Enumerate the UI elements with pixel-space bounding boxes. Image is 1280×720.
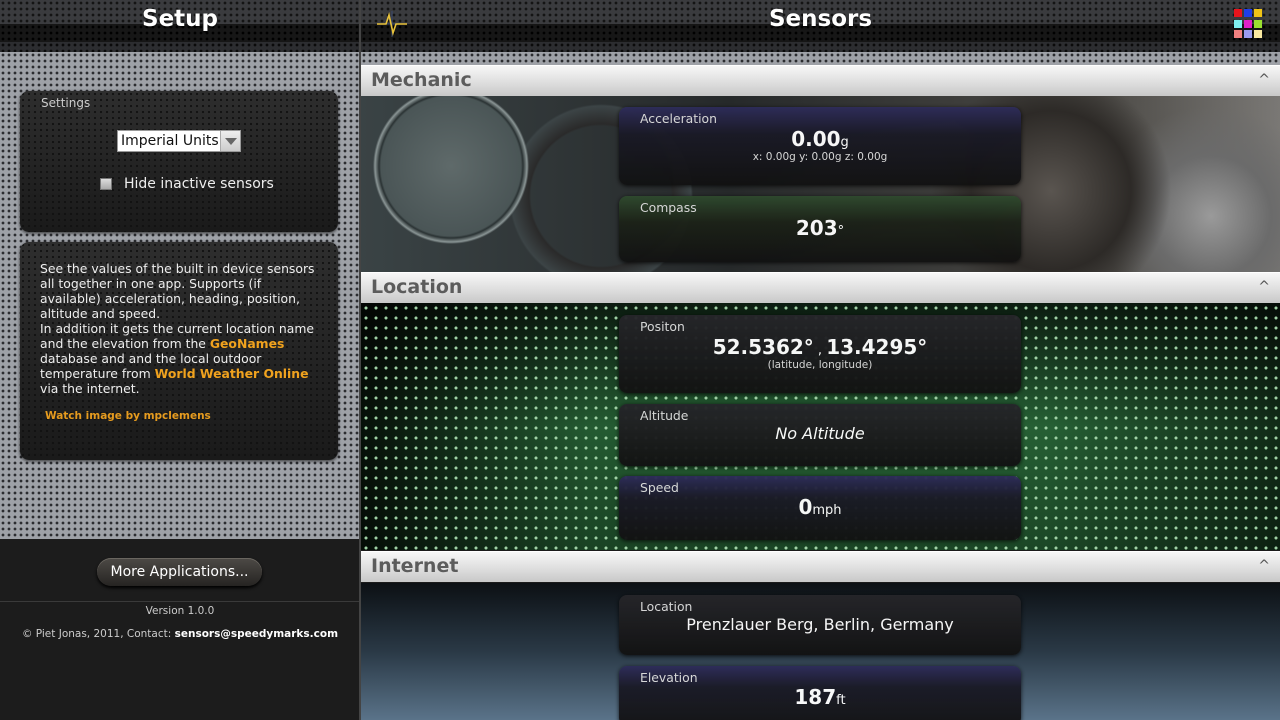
card-label: Location — [640, 599, 693, 614]
footer-divider — [0, 601, 360, 602]
speed-card: Speed 0mph — [619, 476, 1021, 540]
compass-value: 203° — [619, 216, 1021, 240]
elevation-value: 187ft — [619, 685, 1021, 709]
acceleration-value: 0.00g — [619, 127, 1021, 151]
about-text-2: In addition it gets the current location… — [40, 321, 318, 396]
card-label: Acceleration — [640, 111, 717, 126]
checkbox-icon[interactable] — [100, 178, 112, 190]
sensors-pane: Sensors Mechanic ^ Location ^ Internet ^… — [361, 0, 1280, 720]
acceleration-number: 0.00 — [791, 127, 841, 151]
apps-grid-cell — [1254, 19, 1262, 28]
apps-grid-cell — [1244, 9, 1252, 17]
collapse-icon[interactable]: ^ — [1258, 279, 1270, 295]
copyright-text: © Piet Jonas, 2011, Contact: sensors@spe… — [0, 628, 360, 640]
collapse-icon[interactable]: ^ — [1258, 72, 1270, 88]
setup-pane: Setup Settings Imperial Units Hide inact… — [0, 0, 360, 720]
apps-grid-cell — [1244, 30, 1252, 39]
about-text-1: See the values of the built in device se… — [40, 261, 315, 321]
position-separator: , — [813, 343, 827, 358]
about-panel: See the values of the built in device se… — [20, 242, 338, 460]
elevation-unit: ft — [836, 693, 846, 708]
acceleration-card: Acceleration 0.00g x: 0.00g y: 0.00g z: … — [619, 107, 1021, 185]
compass-number: 203 — [795, 216, 838, 240]
longitude-value: 13.4295° — [826, 335, 928, 359]
setup-header: Setup — [0, 0, 360, 52]
compass-unit: ° — [837, 224, 845, 239]
section-title-location: Location — [371, 276, 463, 298]
image-credit-link[interactable]: Watch image by mpclemens — [45, 409, 318, 424]
hide-inactive-label: Hide inactive sensors — [124, 176, 274, 192]
speed-number: 0 — [798, 495, 813, 519]
apps-grid-cell — [1244, 19, 1252, 28]
card-label: Elevation — [640, 670, 698, 685]
position-card: Positon 52.5362° , 13.4295° (latitude, l… — [619, 315, 1021, 393]
units-select[interactable]: Imperial Units — [117, 130, 241, 152]
collapse-icon[interactable]: ^ — [1258, 558, 1270, 574]
altitude-card: Altitude No Altitude — [619, 404, 1021, 466]
version-text: Version 1.0.0 — [145, 605, 215, 617]
pulse-icon — [377, 11, 407, 37]
apps-grid-cell — [1254, 30, 1262, 39]
apps-grid-cell — [1234, 9, 1242, 17]
more-applications-button[interactable]: More Applications... — [97, 558, 262, 586]
speed-value: 0mph — [619, 495, 1021, 519]
acceleration-axes: x: 0.00g y: 0.00g z: 0.00g — [752, 151, 888, 163]
elevation-card: Elevation 187ft — [619, 666, 1021, 720]
apps-grid-cell — [1234, 19, 1242, 28]
card-label: Positon — [640, 319, 685, 334]
compass-card: Compass 203° — [619, 196, 1021, 262]
apps-grid-icon[interactable] — [1234, 9, 1264, 39]
position-value: 52.5362° , 13.4295° — [619, 335, 1021, 359]
speed-unit: mph — [812, 503, 842, 518]
section-header-mechanic[interactable]: Mechanic ^ — [361, 65, 1280, 96]
position-caption: (latitude, longitude) — [767, 359, 873, 371]
sensors-header-strip — [361, 52, 1280, 65]
sensors-header: Sensors — [361, 0, 1280, 52]
settings-label: Settings — [41, 96, 91, 110]
section-header-location[interactable]: Location ^ — [361, 272, 1280, 303]
elevation-number: 187 — [794, 685, 837, 709]
card-label: Speed — [640, 480, 679, 495]
units-select-value: Imperial Units — [121, 133, 219, 149]
acceleration-unit: g — [840, 135, 849, 150]
contact-email-link[interactable]: sensors@speedymarks.com — [175, 628, 338, 640]
chevron-down-icon[interactable] — [220, 131, 240, 151]
setup-title: Setup — [142, 6, 218, 32]
altitude-value: No Altitude — [775, 424, 865, 443]
apps-grid-cell — [1234, 30, 1242, 39]
apps-grid-cell — [1254, 9, 1262, 17]
section-title-internet: Internet — [371, 555, 459, 577]
card-label: Altitude — [640, 408, 689, 423]
settings-panel: Settings Imperial Units Hide inactive se… — [20, 91, 338, 232]
about-text-4: via the internet. — [40, 381, 140, 396]
location-name-value: Prenzlauer Berg, Berlin, Germany — [686, 615, 954, 634]
section-header-internet[interactable]: Internet ^ — [361, 551, 1280, 582]
section-title-mechanic: Mechanic — [371, 69, 472, 91]
world-weather-online-link[interactable]: World Weather Online — [155, 366, 309, 381]
hide-inactive-checkbox[interactable]: Hide inactive sensors — [100, 176, 274, 192]
location-name-card: Location Prenzlauer Berg, Berlin, German… — [619, 595, 1021, 655]
sensors-title: Sensors — [768, 6, 873, 32]
latitude-value: 52.5362° — [712, 335, 814, 359]
copyright-label: © Piet Jonas, 2011, Contact: — [21, 628, 175, 640]
geonames-link[interactable]: GeoNames — [210, 336, 285, 351]
card-label: Compass — [640, 200, 697, 215]
